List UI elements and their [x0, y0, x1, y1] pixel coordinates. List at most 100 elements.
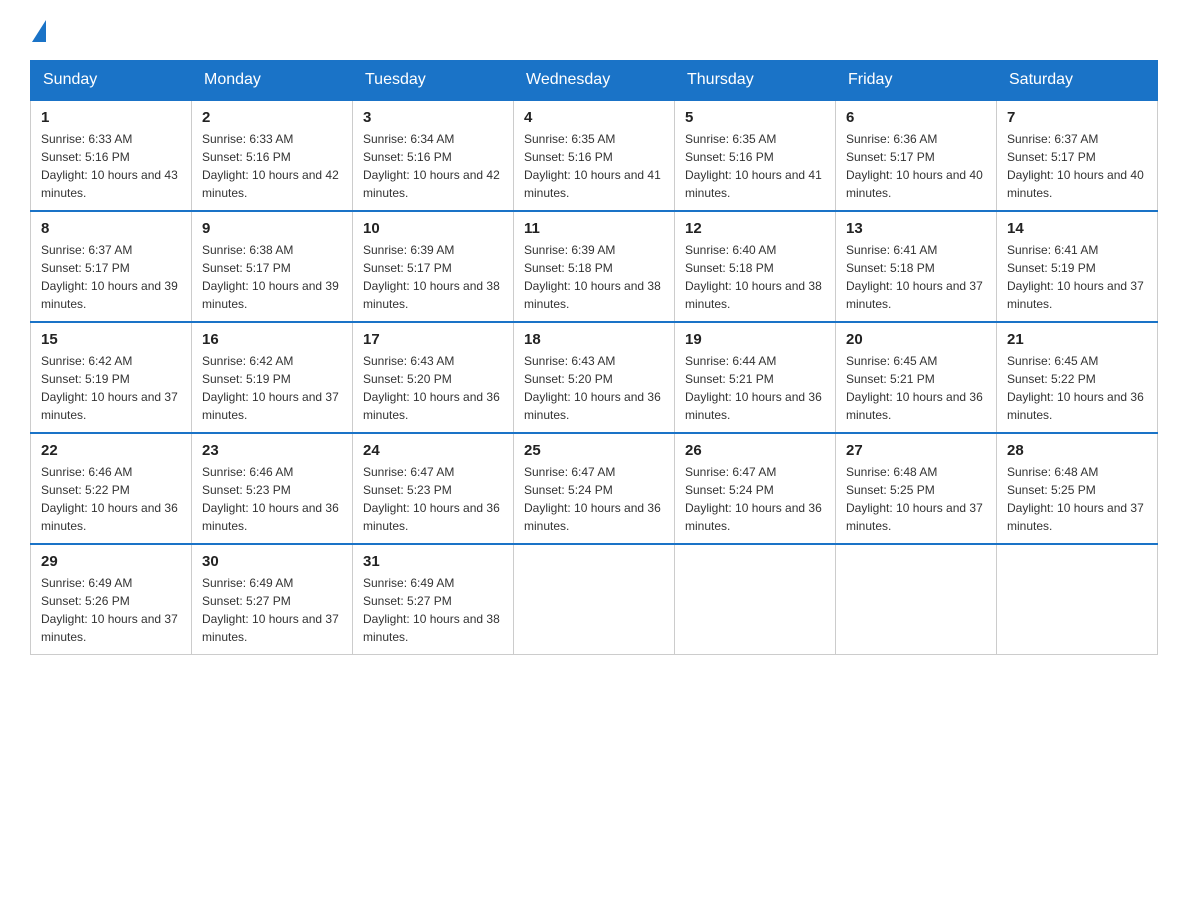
day-info: Sunrise: 6:47 AMSunset: 5:24 PMDaylight:…: [685, 463, 825, 535]
day-info: Sunrise: 6:39 AMSunset: 5:18 PMDaylight:…: [524, 241, 664, 313]
calendar-cell: [997, 544, 1158, 655]
calendar-cell: 24 Sunrise: 6:47 AMSunset: 5:23 PMDaylig…: [353, 433, 514, 544]
day-number: 16: [202, 331, 342, 348]
day-number: 19: [685, 331, 825, 348]
column-header-tuesday: Tuesday: [353, 61, 514, 101]
day-info: Sunrise: 6:49 AMSunset: 5:27 PMDaylight:…: [363, 574, 503, 646]
day-info: Sunrise: 6:46 AMSunset: 5:22 PMDaylight:…: [41, 463, 181, 535]
day-info: Sunrise: 6:38 AMSunset: 5:17 PMDaylight:…: [202, 241, 342, 313]
day-number: 14: [1007, 220, 1147, 237]
day-info: Sunrise: 6:45 AMSunset: 5:22 PMDaylight:…: [1007, 352, 1147, 424]
day-number: 11: [524, 220, 664, 237]
day-number: 25: [524, 442, 664, 459]
calendar-cell: 3 Sunrise: 6:34 AMSunset: 5:16 PMDayligh…: [353, 100, 514, 211]
calendar-cell: 14 Sunrise: 6:41 AMSunset: 5:19 PMDaylig…: [997, 211, 1158, 322]
day-info: Sunrise: 6:33 AMSunset: 5:16 PMDaylight:…: [202, 130, 342, 202]
calendar-table: SundayMondayTuesdayWednesdayThursdayFrid…: [30, 60, 1158, 655]
day-info: Sunrise: 6:34 AMSunset: 5:16 PMDaylight:…: [363, 130, 503, 202]
calendar-cell: 4 Sunrise: 6:35 AMSunset: 5:16 PMDayligh…: [514, 100, 675, 211]
day-info: Sunrise: 6:49 AMSunset: 5:26 PMDaylight:…: [41, 574, 181, 646]
day-number: 26: [685, 442, 825, 459]
day-number: 4: [524, 109, 664, 126]
day-number: 2: [202, 109, 342, 126]
logo-triangle-icon: [32, 20, 46, 42]
day-number: 21: [1007, 331, 1147, 348]
day-info: Sunrise: 6:43 AMSunset: 5:20 PMDaylight:…: [524, 352, 664, 424]
calendar-cell: 17 Sunrise: 6:43 AMSunset: 5:20 PMDaylig…: [353, 322, 514, 433]
column-header-monday: Monday: [192, 61, 353, 101]
day-number: 20: [846, 331, 986, 348]
day-number: 31: [363, 553, 503, 570]
day-number: 18: [524, 331, 664, 348]
day-number: 27: [846, 442, 986, 459]
day-info: Sunrise: 6:42 AMSunset: 5:19 PMDaylight:…: [202, 352, 342, 424]
day-number: 28: [1007, 442, 1147, 459]
day-info: Sunrise: 6:44 AMSunset: 5:21 PMDaylight:…: [685, 352, 825, 424]
calendar-cell: 12 Sunrise: 6:40 AMSunset: 5:18 PMDaylig…: [675, 211, 836, 322]
day-info: Sunrise: 6:40 AMSunset: 5:18 PMDaylight:…: [685, 241, 825, 313]
day-info: Sunrise: 6:37 AMSunset: 5:17 PMDaylight:…: [41, 241, 181, 313]
calendar-cell: 1 Sunrise: 6:33 AMSunset: 5:16 PMDayligh…: [31, 100, 192, 211]
calendar-cell: 13 Sunrise: 6:41 AMSunset: 5:18 PMDaylig…: [836, 211, 997, 322]
week-row-4: 22 Sunrise: 6:46 AMSunset: 5:22 PMDaylig…: [31, 433, 1158, 544]
calendar-cell: 25 Sunrise: 6:47 AMSunset: 5:24 PMDaylig…: [514, 433, 675, 544]
week-row-3: 15 Sunrise: 6:42 AMSunset: 5:19 PMDaylig…: [31, 322, 1158, 433]
day-info: Sunrise: 6:39 AMSunset: 5:17 PMDaylight:…: [363, 241, 503, 313]
calendar-cell: [675, 544, 836, 655]
day-info: Sunrise: 6:46 AMSunset: 5:23 PMDaylight:…: [202, 463, 342, 535]
calendar-cell: 20 Sunrise: 6:45 AMSunset: 5:21 PMDaylig…: [836, 322, 997, 433]
calendar-header-row: SundayMondayTuesdayWednesdayThursdayFrid…: [31, 61, 1158, 101]
day-number: 3: [363, 109, 503, 126]
calendar-cell: 23 Sunrise: 6:46 AMSunset: 5:23 PMDaylig…: [192, 433, 353, 544]
column-header-thursday: Thursday: [675, 61, 836, 101]
column-header-sunday: Sunday: [31, 61, 192, 101]
calendar-cell: 6 Sunrise: 6:36 AMSunset: 5:17 PMDayligh…: [836, 100, 997, 211]
day-info: Sunrise: 6:47 AMSunset: 5:24 PMDaylight:…: [524, 463, 664, 535]
day-number: 24: [363, 442, 503, 459]
calendar-cell: 27 Sunrise: 6:48 AMSunset: 5:25 PMDaylig…: [836, 433, 997, 544]
calendar-cell: 19 Sunrise: 6:44 AMSunset: 5:21 PMDaylig…: [675, 322, 836, 433]
week-row-1: 1 Sunrise: 6:33 AMSunset: 5:16 PMDayligh…: [31, 100, 1158, 211]
calendar-cell: 15 Sunrise: 6:42 AMSunset: 5:19 PMDaylig…: [31, 322, 192, 433]
day-info: Sunrise: 6:33 AMSunset: 5:16 PMDaylight:…: [41, 130, 181, 202]
calendar-cell: 21 Sunrise: 6:45 AMSunset: 5:22 PMDaylig…: [997, 322, 1158, 433]
day-number: 5: [685, 109, 825, 126]
day-number: 8: [41, 220, 181, 237]
calendar-cell: [514, 544, 675, 655]
day-info: Sunrise: 6:49 AMSunset: 5:27 PMDaylight:…: [202, 574, 342, 646]
calendar-cell: 29 Sunrise: 6:49 AMSunset: 5:26 PMDaylig…: [31, 544, 192, 655]
calendar-cell: 30 Sunrise: 6:49 AMSunset: 5:27 PMDaylig…: [192, 544, 353, 655]
calendar-cell: 16 Sunrise: 6:42 AMSunset: 5:19 PMDaylig…: [192, 322, 353, 433]
day-info: Sunrise: 6:47 AMSunset: 5:23 PMDaylight:…: [363, 463, 503, 535]
calendar-cell: 9 Sunrise: 6:38 AMSunset: 5:17 PMDayligh…: [192, 211, 353, 322]
day-number: 17: [363, 331, 503, 348]
day-number: 9: [202, 220, 342, 237]
day-number: 6: [846, 109, 986, 126]
week-row-2: 8 Sunrise: 6:37 AMSunset: 5:17 PMDayligh…: [31, 211, 1158, 322]
calendar-cell: 8 Sunrise: 6:37 AMSunset: 5:17 PMDayligh…: [31, 211, 192, 322]
day-number: 30: [202, 553, 342, 570]
day-info: Sunrise: 6:45 AMSunset: 5:21 PMDaylight:…: [846, 352, 986, 424]
calendar-cell: 10 Sunrise: 6:39 AMSunset: 5:17 PMDaylig…: [353, 211, 514, 322]
day-number: 23: [202, 442, 342, 459]
day-info: Sunrise: 6:42 AMSunset: 5:19 PMDaylight:…: [41, 352, 181, 424]
day-info: Sunrise: 6:35 AMSunset: 5:16 PMDaylight:…: [685, 130, 825, 202]
day-number: 29: [41, 553, 181, 570]
logo: [30, 20, 46, 40]
day-number: 13: [846, 220, 986, 237]
calendar-cell: 18 Sunrise: 6:43 AMSunset: 5:20 PMDaylig…: [514, 322, 675, 433]
day-number: 1: [41, 109, 181, 126]
calendar-cell: 28 Sunrise: 6:48 AMSunset: 5:25 PMDaylig…: [997, 433, 1158, 544]
day-info: Sunrise: 6:41 AMSunset: 5:19 PMDaylight:…: [1007, 241, 1147, 313]
week-row-5: 29 Sunrise: 6:49 AMSunset: 5:26 PMDaylig…: [31, 544, 1158, 655]
day-info: Sunrise: 6:48 AMSunset: 5:25 PMDaylight:…: [1007, 463, 1147, 535]
calendar-cell: 5 Sunrise: 6:35 AMSunset: 5:16 PMDayligh…: [675, 100, 836, 211]
day-info: Sunrise: 6:35 AMSunset: 5:16 PMDaylight:…: [524, 130, 664, 202]
calendar-cell: [836, 544, 997, 655]
calendar-cell: 2 Sunrise: 6:33 AMSunset: 5:16 PMDayligh…: [192, 100, 353, 211]
calendar-cell: 7 Sunrise: 6:37 AMSunset: 5:17 PMDayligh…: [997, 100, 1158, 211]
calendar-cell: 22 Sunrise: 6:46 AMSunset: 5:22 PMDaylig…: [31, 433, 192, 544]
page-header: [30, 20, 1158, 40]
day-info: Sunrise: 6:48 AMSunset: 5:25 PMDaylight:…: [846, 463, 986, 535]
day-number: 22: [41, 442, 181, 459]
